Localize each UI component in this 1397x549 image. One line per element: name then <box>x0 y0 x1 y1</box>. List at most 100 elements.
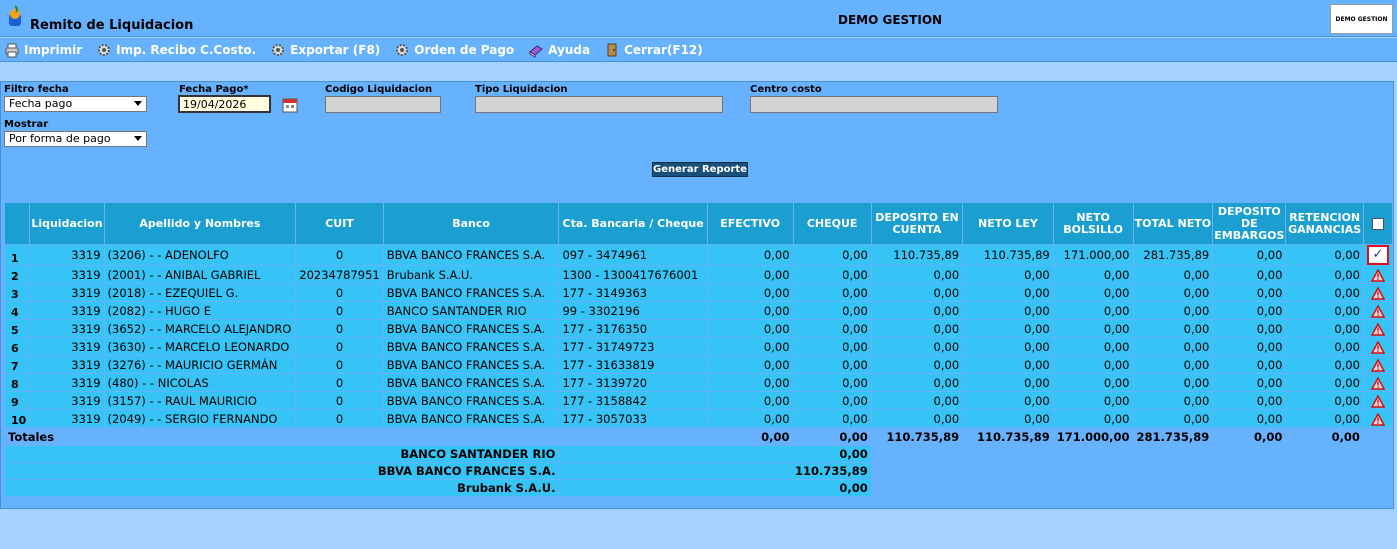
table-row[interactable]: 5 3319 (3652) - - MARCELO ALEJANDRO 0 BBVA B… <box>3 319 1394 338</box>
toolbar: Imprimir Imp. Recibo C.Costo. Exportar (… <box>0 38 1397 62</box>
cell-neto-ley: 0,00 <box>962 337 1054 356</box>
cell-cheque: 0,00 <box>792 355 872 374</box>
table-row[interactable]: 6 3319 (3630) - - MARCELO LEONARDO 0 BBVA BA… <box>3 337 1394 356</box>
generate-report-button[interactable]: Generar Reporte <box>652 162 748 177</box>
cell-neto-bolsillo: 0,00 <box>1052 355 1134 374</box>
table-row[interactable]: 4 3319 (2082) - - HUGO E 0 BANCO SANTANDER R… <box>3 301 1394 320</box>
cell-embargos: 0,00 <box>1212 355 1287 374</box>
table-header-row: Liquidacion Apellido y Nombres CUIT Banc… <box>3 202 1394 245</box>
bank-total-amount: 110.735,89 <box>558 462 872 480</box>
row-index: 8 <box>3 373 31 392</box>
cell-deposito: 0,00 <box>870 283 964 302</box>
pay-date-input[interactable]: 19/04/2026 <box>178 95 271 113</box>
cell-retencion: 0,00 <box>1285 283 1364 302</box>
cell-account: 177 - 3158842 <box>558 391 708 410</box>
warning-icon[interactable] <box>1370 268 1385 282</box>
calendar-icon[interactable] <box>281 96 299 114</box>
pay-date-label: Fecha Pago* <box>179 84 249 95</box>
cell-account: 177 - 3057033 <box>558 409 708 428</box>
warning-icon[interactable] <box>1370 304 1385 318</box>
cell-status <box>1362 391 1394 410</box>
cell-liquidacion: 3319 <box>29 373 105 392</box>
cell-bank: BBVA BANCO FRANCES S.A. <box>382 355 560 374</box>
cell-status: ✓ <box>1362 244 1394 266</box>
export-button[interactable]: Exportar (F8) <box>270 42 380 58</box>
cell-liquidacion: 3319 <box>29 409 105 428</box>
bank-total-name: BBVA BANCO FRANCES S.A. <box>3 462 560 480</box>
company-name: DEMO GESTION <box>838 13 943 27</box>
table-row[interactable]: 3 3319 (2018) - - EZEQUIEL G. 0 BBVA BANCO F… <box>3 283 1394 302</box>
cell-cuit: 0 <box>295 337 384 356</box>
bank-total-row: BBVA BANCO FRANCES S.A. 110.735,89 <box>3 462 1394 480</box>
cell-deposito: 0,00 <box>870 265 964 284</box>
warning-icon[interactable] <box>1370 358 1385 372</box>
help-button[interactable]: Ayuda <box>528 42 590 58</box>
table-row[interactable]: 8 3319 (480) - - NICOLAS 0 BBVA BANCO FRANCE… <box>3 373 1394 392</box>
show-select[interactable]: Por forma de pago <box>4 131 147 147</box>
filter-date-select[interactable]: Fecha pago <box>4 96 147 112</box>
cell-embargos: 0,00 <box>1212 283 1287 302</box>
cell-bank: BBVA BANCO FRANCES S.A. <box>382 409 560 428</box>
warning-icon[interactable] <box>1370 394 1385 408</box>
cell-name: (480) - - NICOLAS <box>103 373 297 392</box>
table-row[interactable]: 7 3319 (3276) - - MAURICIO GERMÁN 0 BBVA BAN… <box>3 355 1394 374</box>
cell-retencion: 0,00 <box>1285 244 1364 266</box>
cell-neto-ley: 110.735,89 <box>962 244 1054 266</box>
col-cheque: CHEQUE <box>792 202 872 245</box>
cell-neto-bolsillo: 0,00 <box>1052 301 1134 320</box>
cell-cheque: 0,00 <box>792 373 872 392</box>
table-row[interactable]: 1 3319 (3206) - - ADENOLFO 0 BBVA BANCO FRAN… <box>3 244 1394 266</box>
table-row[interactable]: 9 3319 (3157) - - RAUL MAURICIO 0 BBVA BANCO… <box>3 391 1394 410</box>
type-input[interactable] <box>475 96 723 113</box>
table-row[interactable]: 10 3319 (2049) - - SERGIO FERNANDO 0 BBVA BA… <box>3 409 1394 428</box>
receipt-label: Imp. Recibo C.Costo. <box>116 42 257 57</box>
checkmark-icon[interactable]: ✓ <box>1366 245 1389 265</box>
title-bar: Remito de Liquidacion DEMO GESTION DEMO … <box>0 0 1397 37</box>
cell-total-neto: 0,00 <box>1132 409 1214 428</box>
cell-embargos: 0,00 <box>1212 244 1287 266</box>
cell-neto-bolsillo: 0,00 <box>1052 409 1134 428</box>
cell-cuit: 0 <box>295 391 384 410</box>
cell-name: (3652) - - MARCELO ALEJANDRO <box>103 319 297 338</box>
app-logo-icon <box>9 5 21 26</box>
receipt-button[interactable]: Imp. Recibo C.Costo. <box>96 42 256 58</box>
cell-cuit: 0 <box>295 283 384 302</box>
select-all-checkbox[interactable] <box>1371 217 1384 230</box>
code-input[interactable] <box>325 96 441 113</box>
cost-center-input[interactable] <box>750 96 998 113</box>
cell-liquidacion: 3319 <box>29 337 105 356</box>
warning-icon[interactable] <box>1370 376 1385 390</box>
totals-label: Totales <box>4 427 708 446</box>
print-button[interactable]: Imprimir <box>4 42 82 58</box>
cell-efectivo: 0,00 <box>706 373 794 392</box>
row-index: 3 <box>3 283 31 302</box>
cell-efectivo: 0,00 <box>706 265 794 284</box>
warning-icon[interactable] <box>1370 322 1385 336</box>
total-total-neto: 281.735,89 <box>1132 427 1214 446</box>
cell-total-neto: 0,00 <box>1132 319 1214 338</box>
bank-total-amount: 0,00 <box>558 445 872 463</box>
cell-retencion: 0,00 <box>1285 373 1364 392</box>
cell-account: 177 - 31633819 <box>558 355 708 374</box>
warning-icon[interactable] <box>1370 340 1385 354</box>
warning-icon[interactable] <box>1370 412 1385 426</box>
bank-total-amount: 0,00 <box>558 479 872 497</box>
cell-status <box>1362 337 1394 356</box>
cell-neto-ley: 0,00 <box>962 355 1054 374</box>
total-neto-bolsillo: 171.000,00 <box>1052 427 1134 446</box>
payment-order-button[interactable]: Orden de Pago <box>394 42 514 58</box>
warning-icon[interactable] <box>1370 286 1385 300</box>
bank-total-row: BANCO SANTANDER RIO 0,00 <box>3 445 1394 463</box>
close-button[interactable]: Cerrar(F12) <box>604 42 703 58</box>
cell-bank: BBVA BANCO FRANCES S.A. <box>382 283 560 302</box>
cell-cheque: 0,00 <box>792 337 872 356</box>
cell-cuit: 0 <box>295 244 384 266</box>
table-row[interactable]: 2 3319 (2001) - - ANIBAL GABRIEL 2023478795… <box>3 265 1394 284</box>
cell-bank: BBVA BANCO FRANCES S.A. <box>382 391 560 410</box>
cell-status <box>1362 355 1394 374</box>
cell-account: 1300 - 1300417676001 <box>558 265 708 284</box>
cell-neto-ley: 0,00 <box>962 265 1054 284</box>
help-book-icon <box>529 44 544 58</box>
cell-name: (2049) - - SERGIO FERNANDO <box>103 409 297 428</box>
cell-neto-bolsillo: 0,00 <box>1052 265 1134 284</box>
